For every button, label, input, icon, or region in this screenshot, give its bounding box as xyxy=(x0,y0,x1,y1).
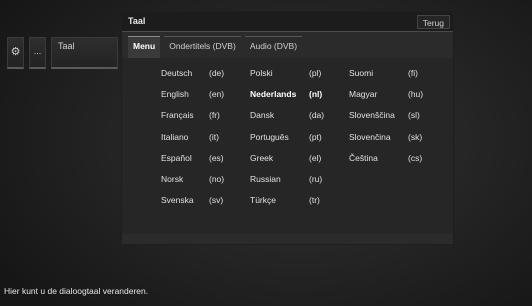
language-name: Slovenščina xyxy=(349,110,395,121)
language-code: (ru) xyxy=(309,174,323,184)
tab-menu[interactable]: Menu xyxy=(128,36,161,58)
language-name: Türkçe xyxy=(250,195,276,206)
language-name: Polski xyxy=(250,68,273,78)
language-code: (el) xyxy=(309,152,322,163)
language-name: Russian xyxy=(250,174,281,184)
language-name: Deutsch xyxy=(161,68,193,78)
language-name: Slovenčina xyxy=(349,131,391,142)
tab-audio-dvb[interactable]: Audio (DVB) xyxy=(244,36,303,56)
language-code: (nl) xyxy=(309,89,323,100)
language-list: Deutsch (de) English (en) Français (fr) Italia… xyxy=(122,58,453,234)
language-name: Magyar xyxy=(349,89,378,100)
language-code: (da) xyxy=(309,110,325,121)
language-name: Dansk xyxy=(250,110,275,121)
help-text: Hier kunt u de dialoogtaal veranderen. xyxy=(4,286,149,296)
language-code: (it) xyxy=(209,131,219,142)
language-code: (sl) xyxy=(408,110,420,121)
language-code: (es) xyxy=(209,152,224,163)
language-name: Nederlands xyxy=(250,89,297,100)
language-name: Greek xyxy=(250,152,274,163)
gear-icon: ⚙ xyxy=(10,46,21,58)
language-code: (fr) xyxy=(209,110,220,121)
language-code: (tr) xyxy=(309,195,320,206)
language-code: (de) xyxy=(209,68,225,78)
language-name: Svenska xyxy=(161,195,194,206)
breadcrumb-dots: ... xyxy=(33,46,42,56)
language-name: Español xyxy=(161,152,192,163)
tab-bar: Menu Ondertitels (DVB) Audio (DVB) xyxy=(128,36,306,58)
language-code: (sv) xyxy=(209,195,224,206)
language-name: Italiano xyxy=(161,131,189,142)
breadcrumb-settings[interactable]: ⚙ xyxy=(7,37,24,69)
tab-subtitles-dvb[interactable]: Ondertitels (DVB) xyxy=(164,36,241,56)
language-name: Français xyxy=(161,110,194,121)
language-code: (pl) xyxy=(309,68,322,78)
language-code: (sk) xyxy=(408,131,423,142)
language-code: (cs) xyxy=(408,152,423,163)
screen: ⚙ ... Taal Taal Terug Menu Ondertitels (… xyxy=(0,0,532,306)
language-code: (hu) xyxy=(408,89,424,100)
language-name: Português xyxy=(250,131,289,142)
breadcrumb-current-label: Taal xyxy=(58,41,75,51)
language-name: Norsk xyxy=(161,174,184,184)
back-button[interactable]: Terug xyxy=(416,15,450,29)
language-code: (pt) xyxy=(309,131,322,142)
language-name: Čeština xyxy=(349,152,378,163)
language-name: English xyxy=(161,89,189,100)
language-dialog: Taal Terug Menu Ondertitels (DVB) Audio … xyxy=(122,12,453,244)
language-code: (en) xyxy=(209,89,225,100)
dialog-titlebar: Taal Terug xyxy=(122,12,453,32)
breadcrumb-ellipsis[interactable]: ... xyxy=(29,37,46,69)
breadcrumb-taal[interactable]: Taal xyxy=(51,37,118,69)
language-code: (no) xyxy=(209,174,225,184)
language-code: (fi) xyxy=(408,68,418,78)
dialog-title: Taal xyxy=(128,16,146,26)
language-name: Suomi xyxy=(349,68,374,78)
